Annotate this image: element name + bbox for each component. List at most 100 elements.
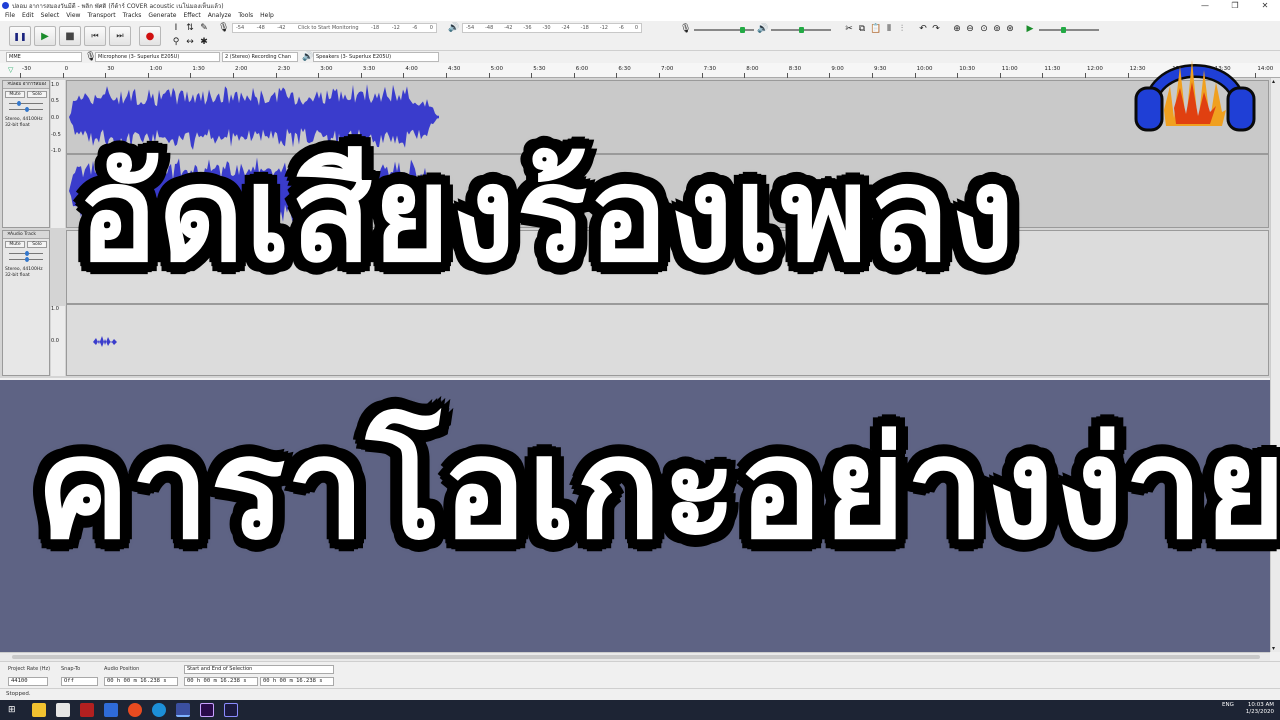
track-name[interactable]: ✕ Audio Track (3, 231, 49, 239)
zoom-in-icon[interactable]: ⊕ (952, 24, 962, 34)
solo-button[interactable]: Solo (27, 241, 47, 248)
selection-mode-select[interactable]: Start and End of Selection (184, 665, 334, 674)
play-speed-slider[interactable] (1039, 27, 1099, 33)
menu-tracks[interactable]: Tracks (123, 11, 142, 21)
solo-button[interactable]: Solo (27, 91, 47, 98)
copy-icon[interactable]: ⧉ (857, 24, 867, 34)
menu-transport[interactable]: Transport (87, 11, 115, 21)
media-encoder-icon[interactable] (224, 703, 238, 717)
minimize-button[interactable]: — (1190, 0, 1220, 11)
file-explorer-icon[interactable] (32, 703, 46, 717)
close-button[interactable]: ✕ (1250, 0, 1280, 11)
ruler-tick-label: 30 (107, 66, 115, 72)
playback-volume-slider[interactable] (771, 27, 831, 33)
ruler-tick-label: 2:30 (277, 66, 290, 72)
menu-help[interactable]: Help (260, 11, 274, 21)
timeshift-tool-icon[interactable]: ↔ (185, 37, 195, 47)
menu-select[interactable]: Select (41, 11, 60, 21)
trim-icon[interactable]: ⫴ (884, 24, 894, 34)
undo-icon[interactable]: ↶ (918, 24, 928, 34)
document-icon[interactable] (56, 703, 70, 717)
play-at-speed-icon[interactable]: ▶ (1025, 24, 1035, 34)
slider-thumb[interactable] (1061, 27, 1066, 33)
maximize-button[interactable]: ❐ (1220, 0, 1250, 11)
ruler-pin-icon[interactable]: ▽ (8, 66, 13, 74)
edge-icon[interactable] (152, 703, 166, 717)
paste-icon[interactable]: 📋 (870, 24, 881, 34)
filezilla-icon[interactable] (80, 703, 94, 717)
gain-slider[interactable] (9, 251, 43, 256)
gain-slider[interactable] (9, 101, 43, 106)
project-rate-select[interactable]: 44100 (8, 677, 48, 686)
record-button[interactable]: ● (139, 26, 161, 46)
chrome-icon[interactable] (128, 703, 142, 717)
app-icon[interactable] (104, 703, 118, 717)
slider-thumb[interactable] (740, 27, 745, 33)
pan-slider[interactable] (9, 257, 43, 262)
selection-tool-icon[interactable]: I (171, 23, 181, 33)
menu-effect[interactable]: Effect (183, 11, 200, 21)
menu-edit[interactable]: Edit (22, 11, 34, 21)
track-control-panel[interactable]: ✕ ปลอม อาการสมอง Mute Solo Stereo, 44100H… (2, 80, 50, 228)
play-button[interactable]: ▶ (34, 26, 56, 46)
play-icon: ▶ (41, 30, 49, 42)
pan-slider[interactable] (9, 107, 43, 112)
menu-file[interactable]: File (5, 11, 15, 21)
horizontal-scrollbar[interactable] (0, 652, 1270, 661)
track-close-icon[interactable]: ✕ (7, 81, 11, 89)
redo-icon[interactable]: ↷ (931, 24, 941, 34)
menu-generate[interactable]: Generate (148, 11, 176, 21)
system-tray[interactable]: ENG 10:03 AM 1/23/2020 (1222, 702, 1274, 716)
premiere-icon[interactable] (200, 703, 214, 717)
clock-date[interactable]: 1/23/2020 (1222, 709, 1274, 716)
recording-volume-slider[interactable] (694, 27, 754, 33)
cut-icon[interactable]: ✂ (844, 24, 854, 34)
scroll-thumb[interactable] (12, 655, 1260, 659)
track-name[interactable]: ✕ ปลอม อาการสมอง (3, 81, 49, 89)
stop-button[interactable]: ■ (59, 26, 81, 46)
menu-tools[interactable]: Tools (238, 11, 253, 21)
audio-position-field[interactable]: 00 h 00 m 16.238 s (104, 677, 178, 686)
zoom-out-icon[interactable]: ⊖ (965, 24, 975, 34)
snap-to-select[interactable]: Off (61, 677, 98, 686)
audacity-taskbar-icon[interactable] (176, 703, 190, 717)
recording-device-select[interactable]: Microphone (3- Superlux E205U) (95, 52, 220, 62)
envelope-tool-icon[interactable]: ⇅ (185, 23, 195, 33)
zoom-tool-icon[interactable]: ⚲ (171, 37, 181, 47)
playback-meter[interactable]: -54 -48 -42 -36 -30 -24 -18 -12 -6 0 (462, 23, 642, 33)
overlay-title-line2: คาราโอเกะอย่างง่าย (36, 408, 1280, 571)
timeline-ruler[interactable]: ▽ -30 0 30 1:00 1:30 2:00 2:30 3:00 3:30 4:00 4:30… (0, 63, 1280, 78)
skip-end-button[interactable]: ⏭ (109, 26, 131, 46)
recording-channels-select[interactable]: 2 (Stereo) Recording Chan (222, 52, 298, 62)
multi-tool-icon[interactable]: ✱ (199, 37, 209, 47)
language-indicator[interactable]: ENG (1222, 702, 1234, 708)
mute-button[interactable]: Mute (5, 91, 25, 98)
fit-project-icon[interactable]: ⊚ (992, 24, 1002, 34)
ruler-tick-label: 5:30 (533, 66, 546, 72)
scroll-down-arrow[interactable]: ▾ (1272, 645, 1275, 652)
track-close-icon[interactable]: ✕ (7, 231, 11, 239)
record-meter[interactable]: -54 -48 -42 Click to Start Monitoring -1… (232, 23, 437, 33)
start-button[interactable]: ⊞ (8, 705, 16, 715)
draw-tool-icon[interactable]: ✎ (199, 23, 209, 33)
audio-host-select[interactable]: MME (6, 52, 82, 62)
scroll-up-arrow[interactable]: ▴ (1272, 78, 1275, 85)
pause-button[interactable]: ❚❚ (9, 26, 31, 46)
track-control-panel[interactable]: ✕ Audio Track Mute Solo Stereo, 44100Hz 3… (2, 230, 50, 376)
ruler-tick-label: 11:00 (1001, 66, 1018, 72)
playback-device-select[interactable]: Speakers (3- Superlux E205U) (313, 52, 439, 62)
silence-icon[interactable]: ⫶ (897, 24, 907, 34)
slider-thumb[interactable] (799, 27, 804, 33)
waveform-lane[interactable] (66, 304, 1269, 376)
menu-analyze[interactable]: Analyze (208, 11, 232, 21)
menu-view[interactable]: View (66, 11, 80, 21)
ruler-tick-label: -30 (22, 66, 31, 72)
mute-button[interactable]: Mute (5, 241, 25, 248)
clock-time[interactable]: 10:03 AM (1248, 702, 1274, 708)
selection-start-field[interactable]: 00 h 00 m 16.238 s (184, 677, 258, 686)
selection-end-field[interactable]: 00 h 00 m 16.238 s (260, 677, 334, 686)
zoom-toggle-icon[interactable]: ⊛ (1005, 24, 1015, 34)
ruler-tick-label: 10:00 (916, 66, 933, 72)
skip-start-button[interactable]: ⏮ (84, 26, 106, 46)
fit-selection-icon[interactable]: ⊙ (979, 24, 989, 34)
